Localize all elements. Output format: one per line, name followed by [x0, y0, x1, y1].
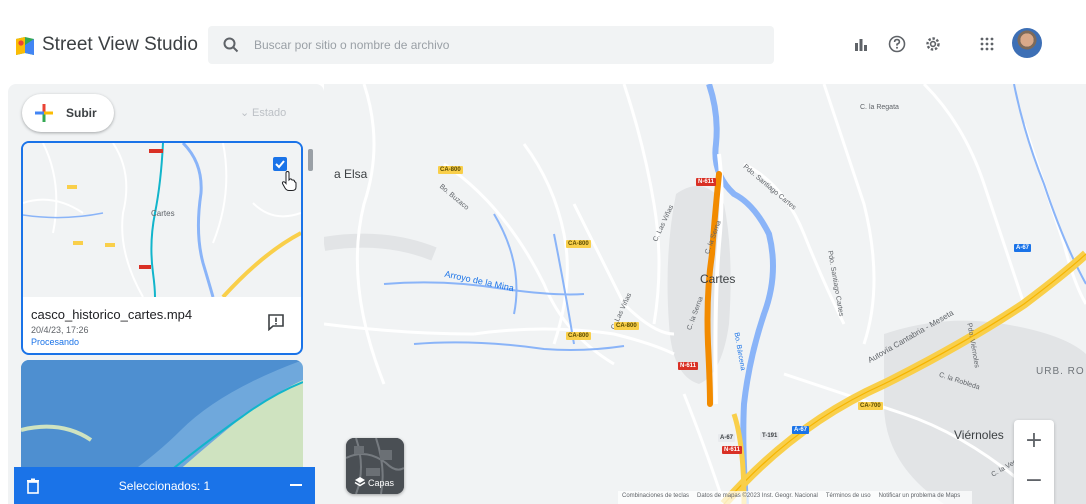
map-label-viernoles: Viérnoles: [954, 428, 1004, 442]
search-input[interactable]: [254, 34, 754, 56]
street-view-studio-app: Street View Studio Buscar por sitio o no…: [0, 0, 1086, 504]
panel-scroll-thumb[interactable]: [308, 149, 313, 171]
apps-grid-icon[interactable]: [976, 33, 998, 55]
status-filter[interactable]: ⌄ Estado: [240, 106, 286, 119]
footer-shortcuts-link[interactable]: Combinaciones de teclas: [622, 493, 689, 499]
panel-scrollbar[interactable]: [306, 141, 314, 461]
map-view[interactable]: a Elsa Cartes Arroyo de la Mina C. la Re…: [324, 84, 1086, 504]
road-tag-a67: A-67: [718, 434, 736, 442]
road-tag-t191: T-191: [760, 432, 780, 440]
account-avatar[interactable]: [1012, 28, 1042, 58]
road-tag-n611: N-611: [696, 178, 717, 186]
map-label-cartes: Cartes: [700, 272, 736, 286]
footer-report-link[interactable]: Notificar un problema de Maps: [879, 493, 961, 499]
uploads-panel: Subir ⌄ Estado Cartes casco_historico_ca…: [8, 84, 324, 504]
thumb-label-cartes: Cartes: [151, 209, 175, 218]
card-filename: casco_historico_cartes.mp4: [31, 307, 193, 322]
zoom-in-button[interactable]: +: [1014, 420, 1054, 460]
help-icon[interactable]: [886, 33, 908, 55]
road-tag-a67: A-67: [1014, 244, 1032, 252]
road-tag-ca800: CA-800: [566, 240, 591, 248]
map-label-elsa: a Elsa: [334, 167, 368, 181]
zoom-control: + −: [1014, 420, 1054, 504]
map-label-la-regata: C. la Regata: [860, 104, 899, 111]
hand-cursor-icon: [281, 171, 297, 191]
upload-button[interactable]: Subir: [22, 94, 114, 132]
upload-button-label: Subir: [66, 106, 97, 120]
upload-card-selected[interactable]: Cartes casco_historico_cartes.mp4 20/4/2…: [21, 141, 303, 355]
plus-icon: [35, 104, 53, 122]
zoom-out-button[interactable]: −: [1014, 460, 1054, 500]
card-date: 20/4/23, 17:26: [31, 325, 89, 335]
road-tag-ca800: CA-800: [438, 166, 463, 174]
road-tag-a67: A-67: [792, 426, 810, 434]
card-checkbox[interactable]: [273, 157, 287, 171]
card-map-thumbnail: [23, 143, 301, 297]
layers-icon: [354, 477, 366, 487]
chevron-down-icon: ⌄: [240, 107, 250, 119]
footer-map-data: Datos de mapas ©2023 Inst. Geogr. Nacion…: [697, 493, 818, 499]
road-tag-ca800: CA-800: [566, 332, 591, 340]
check-icon: [275, 160, 285, 169]
card-status: Procesando: [31, 337, 80, 347]
road-tag-ca800: CA-800: [614, 322, 639, 330]
selection-count: Seleccionados: 1: [118, 479, 211, 493]
footer-terms-link[interactable]: Términos de uso: [826, 493, 871, 499]
report-issue-icon[interactable]: [267, 313, 285, 331]
selection-bar: Seleccionados: 1: [14, 467, 315, 504]
road-tag-ca700: CA-700: [858, 402, 883, 410]
map-label-urb: URB. RO: [1036, 366, 1085, 377]
street-view-studio-logo: [16, 37, 34, 55]
search-icon[interactable]: [222, 36, 240, 54]
layers-button[interactable]: Capas: [346, 438, 404, 494]
top-app-bar: Street View Studio: [0, 0, 1086, 84]
road-tag-n611: N-611: [678, 362, 699, 370]
road-tag-n611: N-611: [722, 446, 743, 454]
layers-label: Capas: [368, 478, 395, 488]
settings-icon[interactable]: [922, 33, 944, 55]
bar-chart-icon[interactable]: [850, 33, 872, 55]
app-title: Street View Studio: [42, 34, 198, 55]
collapse-selection-button[interactable]: [290, 484, 302, 486]
search-bar[interactable]: [208, 26, 774, 64]
status-filter-label: Estado: [252, 107, 287, 119]
map-footer: Combinaciones de teclas Datos de mapas ©2…: [618, 491, 973, 504]
